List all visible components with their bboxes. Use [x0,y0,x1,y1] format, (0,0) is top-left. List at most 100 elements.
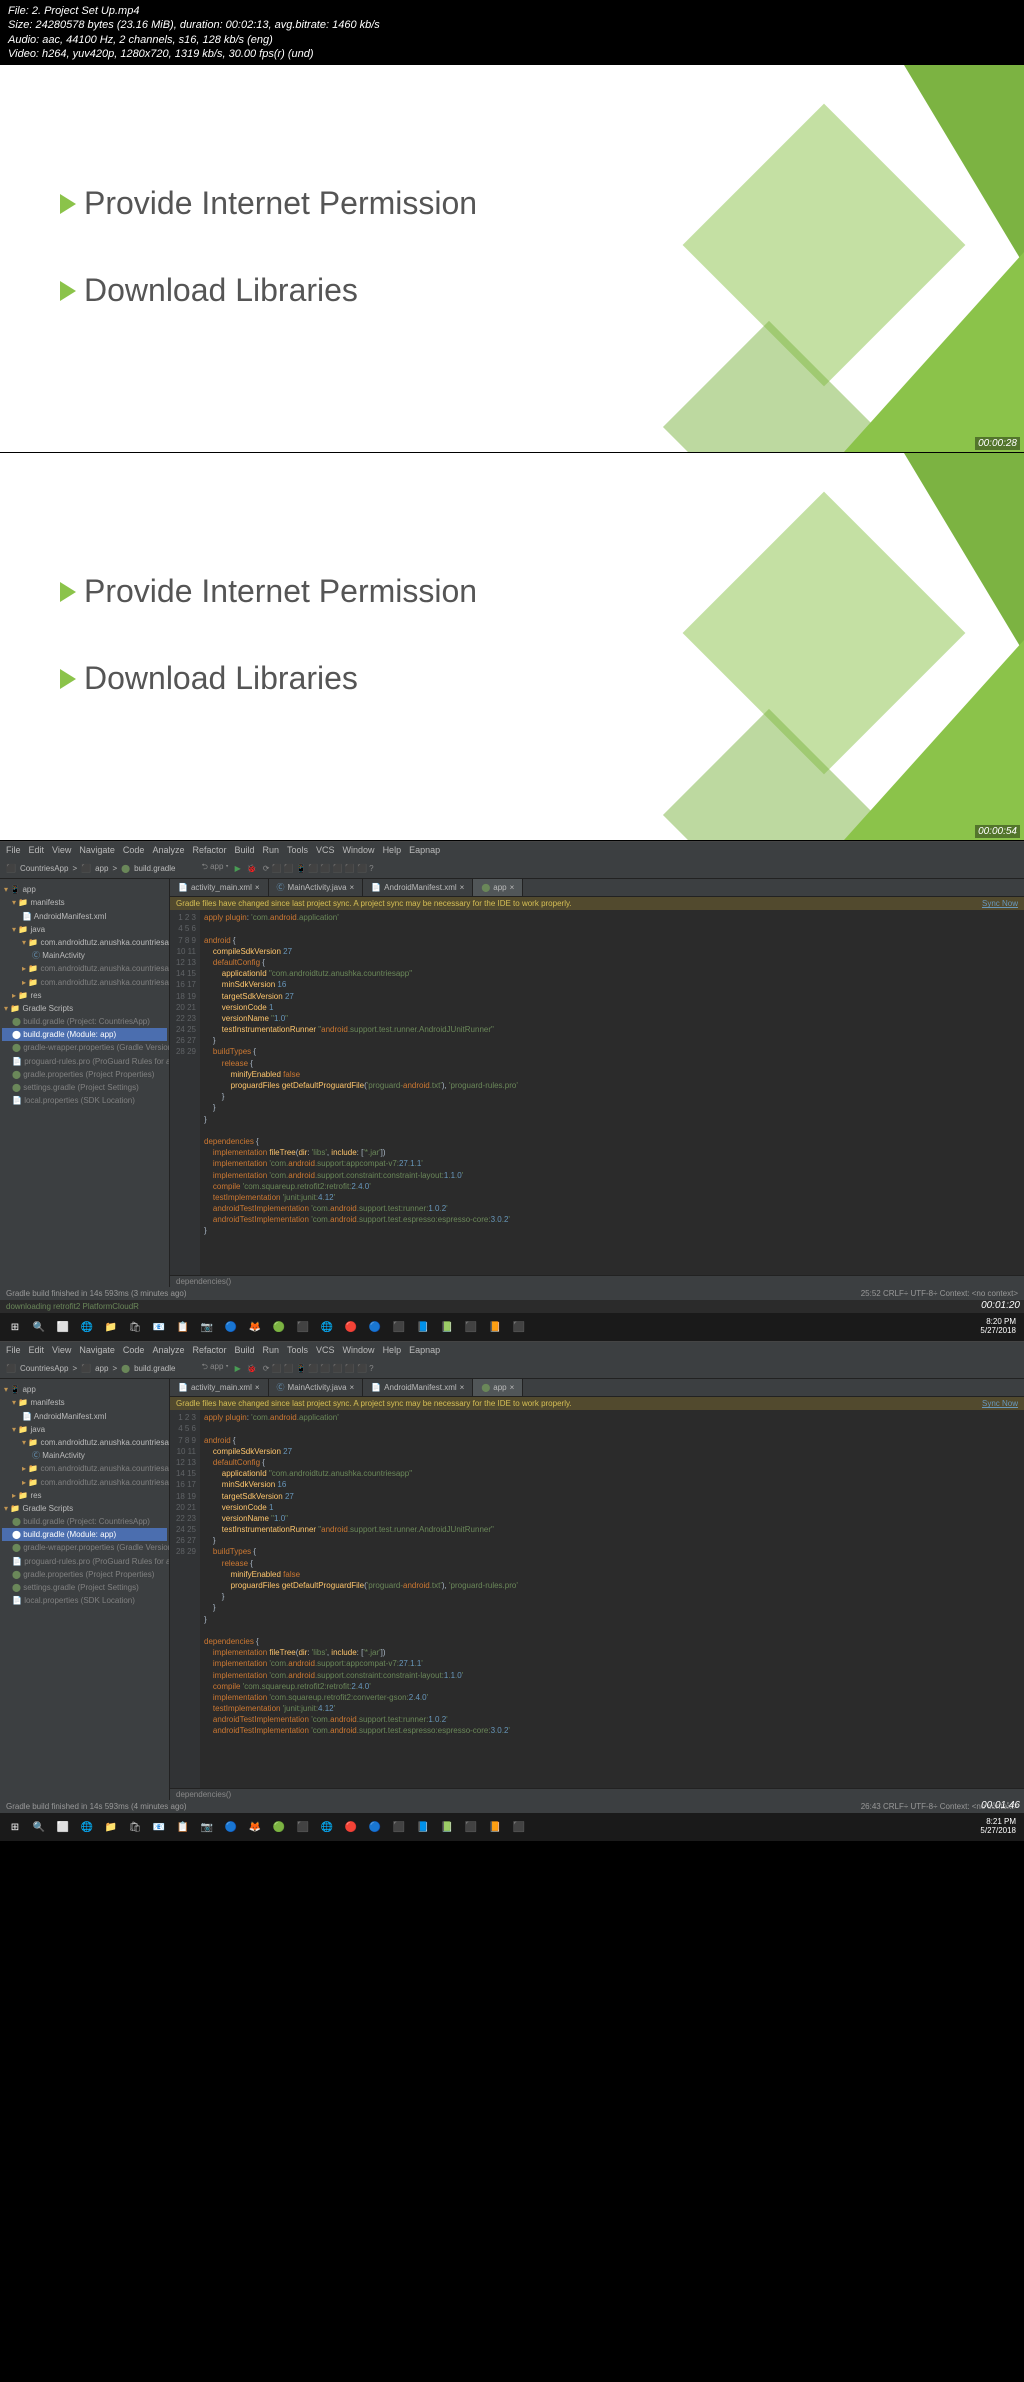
powerpoint-icon[interactable]: 📙 [484,1316,506,1338]
menu-bar[interactable]: File Edit View Navigate Code Analyze Ref… [0,1342,1024,1358]
toolbar-icons[interactable]: ⟳ ⬛ ⬛ 📱 ⬛ ⬛ ⬛ ⬛ ⬛ ? [263,864,374,873]
explorer-icon[interactable]: 📁 [100,1316,122,1338]
search-icon[interactable]: 🔍 [28,1816,50,1838]
run-icon[interactable]: ▶ [235,1364,241,1373]
store-icon[interactable]: 🛍 [124,1316,146,1338]
menu-analyze[interactable]: Analyze [152,1345,184,1355]
editor-tabs[interactable]: 📄activity_main.xml × ⒸMainActivity.java … [170,879,1024,897]
app-icon[interactable]: 📷 [196,1816,218,1838]
app-icon[interactable]: ⬛ [508,1316,530,1338]
menu-view[interactable]: View [52,845,71,855]
toolbar-icons[interactable]: ⟳ ⬛ ⬛ 📱 ⬛ ⬛ ⬛ ⬛ ⬛ ? [263,1364,374,1373]
breadcrumb[interactable]: ⬛CountriesApp > ⬛app > ⬤build.gradle [6,864,175,873]
app-icon[interactable]: ⬛ [292,1316,314,1338]
explorer-icon[interactable]: 📁 [100,1816,122,1838]
app-icon[interactable]: 🌐 [316,1816,338,1838]
excel-icon[interactable]: 📗 [436,1316,458,1338]
menu-edit[interactable]: Edit [29,845,45,855]
app-icon[interactable]: ⬛ [460,1816,482,1838]
menu-file[interactable]: File [6,845,21,855]
app-icon[interactable]: 🦊 [244,1816,266,1838]
menu-refactor[interactable]: Refactor [192,1345,226,1355]
menu-code[interactable]: Code [123,1345,145,1355]
media-size-line: Size: 24280578 bytes (23.16 MiB), durati… [8,18,1016,32]
start-button[interactable]: ⊞ [4,1816,26,1838]
run-icon[interactable]: ▶ [235,864,241,873]
menu-window[interactable]: Window [343,845,375,855]
debug-icon[interactable]: 🐞 [247,864,257,873]
menu-vcs[interactable]: VCS [316,1345,335,1355]
edge-icon[interactable]: 🌐 [76,1316,98,1338]
menu-code[interactable]: Code [123,845,145,855]
skype-icon[interactable]: 🔵 [364,1816,386,1838]
tab-manifest: 📄AndroidManifest.xml × [363,1379,473,1396]
sync-now-link[interactable]: Sync Now [982,1399,1018,1408]
start-button[interactable]: ⊞ [4,1316,26,1338]
app-icon[interactable]: ⬛ [292,1816,314,1838]
app-icon[interactable]: 📧 [148,1316,170,1338]
menu-vcs[interactable]: VCS [316,845,335,855]
system-clock[interactable]: 8:20 PM 5/27/2018 [980,1318,1020,1336]
app-icon[interactable]: 🔵 [220,1816,242,1838]
app-icon[interactable]: ⬛ [460,1316,482,1338]
code-editor[interactable]: 1 2 3 4 5 6 7 8 9 10 11 12 13 14 15 16 1… [170,910,1024,1275]
chrome-icon[interactable]: 🔴 [340,1316,362,1338]
menu-run[interactable]: Run [263,845,280,855]
excel-icon[interactable]: 📗 [436,1816,458,1838]
system-clock[interactable]: 8:21 PM 5/27/2018 [980,1818,1020,1836]
app-icon[interactable]: 🦊 [244,1316,266,1338]
menu-window[interactable]: Window [343,1345,375,1355]
task-view-icon[interactable]: ⬜ [52,1316,74,1338]
editor-tabs[interactable]: 📄activity_main.xml × ⒸMainActivity.java … [170,1379,1024,1397]
project-sidebar[interactable]: ▾ 📱 app ▾ 📁 manifests 📄 AndroidManifest.… [0,1379,170,1800]
app-icon[interactable]: 🔵 [220,1316,242,1338]
edge-icon[interactable]: 🌐 [76,1816,98,1838]
app-icon[interactable]: 📋 [172,1816,194,1838]
menu-eapnap[interactable]: Eapnap [409,1345,440,1355]
app-icon[interactable]: ⬛ [388,1816,410,1838]
menu-run[interactable]: Run [263,1345,280,1355]
menu-navigate[interactable]: Navigate [79,845,115,855]
code-breadcrumb[interactable]: dependencies() [170,1788,1024,1800]
sync-now-link[interactable]: Sync Now [982,899,1018,908]
menu-bar[interactable]: File Edit View Navigate Code Analyze Ref… [0,842,1024,858]
chrome-icon[interactable]: 🔴 [340,1816,362,1838]
search-icon[interactable]: 🔍 [28,1316,50,1338]
app-icon[interactable]: 📧 [148,1816,170,1838]
menu-eapnap[interactable]: Eapnap [409,845,440,855]
android-studio-icon[interactable]: 🟢 [268,1316,290,1338]
menu-help[interactable]: Help [383,1345,402,1355]
debug-icon[interactable]: 🐞 [247,1364,257,1373]
menu-build[interactable]: Build [234,1345,254,1355]
code-editor[interactable]: 1 2 3 4 5 6 7 8 9 10 11 12 13 14 15 16 1… [170,1410,1024,1788]
android-studio-icon[interactable]: 🟢 [268,1816,290,1838]
windows-taskbar[interactable]: ⊞ 🔍 ⬜ 🌐 📁 🛍 📧 📋 📷 🔵 🦊 🟢 ⬛ 🌐 🔴 🔵 ⬛ 📘 📗 ⬛ … [0,1813,1024,1841]
powerpoint-icon[interactable]: 📙 [484,1816,506,1838]
menu-view[interactable]: View [52,1345,71,1355]
windows-taskbar[interactable]: ⊞ 🔍 ⬜ 🌐 📁 🛍 📧 📋 📷 🔵 🦊 🟢 ⬛ 🌐 🔴 🔵 ⬛ 📘 📗 ⬛ … [0,1313,1024,1341]
menu-refactor[interactable]: Refactor [192,845,226,855]
app-icon[interactable]: ⬛ [388,1316,410,1338]
app-icon[interactable]: 📷 [196,1316,218,1338]
task-view-icon[interactable]: ⬜ [52,1816,74,1838]
skype-icon[interactable]: 🔵 [364,1316,386,1338]
word-icon[interactable]: 📘 [412,1316,434,1338]
menu-navigate[interactable]: Navigate [79,1345,115,1355]
menu-help[interactable]: Help [383,845,402,855]
store-icon[interactable]: 🛍 [124,1816,146,1838]
menu-tools[interactable]: Tools [287,1345,308,1355]
menu-build[interactable]: Build [234,845,254,855]
breadcrumb[interactable]: ⬛CountriesApp > ⬛app > ⬤build.gradle [6,1364,175,1373]
app-icon[interactable]: ⬛ [508,1816,530,1838]
code-content[interactable]: apply plugin: 'com.android.application' … [200,1410,1024,1788]
menu-tools[interactable]: Tools [287,845,308,855]
code-content[interactable]: apply plugin: 'com.android.application' … [200,910,1024,1275]
app-icon[interactable]: 🌐 [316,1316,338,1338]
menu-analyze[interactable]: Analyze [152,845,184,855]
code-breadcrumb[interactable]: dependencies() [170,1275,1024,1287]
menu-file[interactable]: File [6,1345,21,1355]
word-icon[interactable]: 📘 [412,1816,434,1838]
menu-edit[interactable]: Edit [29,1345,45,1355]
project-sidebar[interactable]: ▾ 📱 app ▾ 📁 manifests 📄 AndroidManifest.… [0,879,170,1287]
app-icon[interactable]: 📋 [172,1316,194,1338]
